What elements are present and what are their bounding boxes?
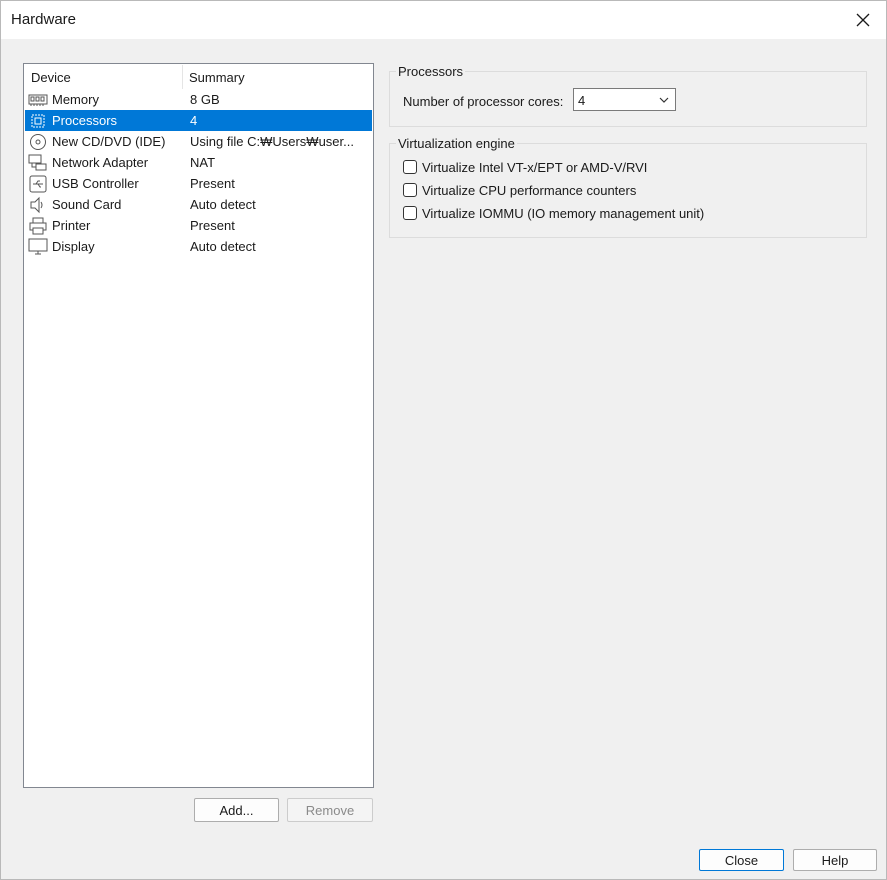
device-summary: Using file C:₩Users₩user... — [190, 134, 354, 149]
cd-dvd-icon — [28, 132, 48, 151]
column-separator[interactable] — [182, 65, 183, 89]
virtualization-group: Virtualization engine Virtualize Intel V… — [389, 136, 867, 238]
dialog-body: Device Summary Memory 8 GB Processors 4 … — [1, 39, 886, 879]
device-name: Printer — [52, 218, 91, 233]
speaker-icon — [28, 195, 48, 214]
usb-icon — [28, 174, 48, 193]
device-row-usb-controller[interactable]: USB Controller Present — [25, 173, 372, 194]
help-button-label: Help — [821, 852, 849, 868]
remove-button-label: Remove — [305, 802, 355, 818]
help-button[interactable]: Help — [793, 849, 877, 871]
device-summary: Auto detect — [190, 197, 256, 212]
vtx-label: Virtualize Intel VT-x/EPT or AMD-V/RVI — [422, 160, 648, 175]
device-row-display[interactable]: Display Auto detect — [25, 236, 372, 257]
iommu-label: Virtualize IOMMU (IO memory management u… — [422, 206, 705, 221]
device-row-memory[interactable]: Memory 8 GB — [25, 89, 372, 110]
chevron-down-icon — [659, 97, 669, 103]
window-close-button[interactable] — [840, 1, 886, 39]
device-name: Display — [52, 239, 95, 254]
device-name: USB Controller — [52, 176, 139, 191]
device-summary: 8 GB — [190, 92, 220, 107]
device-row-cd-dvd[interactable]: New CD/DVD (IDE) Using file C:₩Users₩use… — [25, 131, 372, 152]
device-name: Sound Card — [52, 197, 122, 212]
device-row-printer[interactable]: Printer Present — [25, 215, 372, 236]
add-device-button[interactable]: Add... — [194, 798, 279, 822]
perf-counters-checkbox[interactable] — [403, 183, 417, 197]
device-list[interactable]: Device Summary Memory 8 GB Processors 4 … — [23, 63, 374, 788]
processor-cores-select[interactable]: 4 — [573, 88, 676, 111]
perf-counters-label: Virtualize CPU performance counters — [422, 183, 637, 198]
device-row-network-adapter[interactable]: Network Adapter NAT — [25, 152, 372, 173]
device-row-sound-card[interactable]: Sound Card Auto detect — [25, 194, 372, 215]
device-name: New CD/DVD (IDE) — [52, 134, 166, 149]
processor-icon — [28, 111, 48, 130]
network-adapter-icon — [28, 153, 48, 172]
hardware-dialog: Hardware Device Summary Memory 8 GB Proc… — [0, 0, 887, 880]
close-icon — [856, 13, 870, 27]
title-bar: Hardware — [1, 1, 886, 39]
iommu-checkbox[interactable] — [403, 206, 417, 220]
virtualization-group-title: Virtualization engine — [396, 136, 517, 151]
device-summary: Present — [190, 218, 235, 233]
list-header: Device Summary — [24, 64, 373, 89]
device-summary: 4 — [190, 113, 198, 128]
close-button[interactable]: Close — [699, 849, 784, 871]
add-button-label: Add... — [219, 802, 254, 818]
display-icon — [28, 237, 48, 256]
device-summary: Auto detect — [190, 239, 256, 254]
remove-device-button[interactable]: Remove — [287, 798, 373, 822]
vtx-checkbox[interactable] — [403, 160, 417, 174]
device-summary: Present — [190, 176, 235, 191]
device-row-processors[interactable]: Processors 4 — [25, 110, 372, 131]
memory-icon — [28, 90, 48, 109]
column-header-summary[interactable]: Summary — [189, 70, 245, 85]
printer-icon — [28, 216, 48, 235]
window-title: Hardware — [11, 11, 77, 28]
device-name: Network Adapter — [52, 155, 149, 170]
close-button-label: Close — [724, 852, 759, 868]
device-name: Processors — [52, 113, 118, 128]
processor-cores-value: 4 — [578, 93, 586, 108]
device-name: Memory — [52, 92, 99, 107]
device-summary: NAT — [190, 155, 216, 170]
processor-cores-label: Number of processor cores: — [403, 94, 564, 109]
processors-group: Processors Number of processor cores: 4 — [389, 64, 867, 127]
processors-group-title: Processors — [396, 64, 466, 79]
column-header-device[interactable]: Device — [31, 70, 71, 85]
